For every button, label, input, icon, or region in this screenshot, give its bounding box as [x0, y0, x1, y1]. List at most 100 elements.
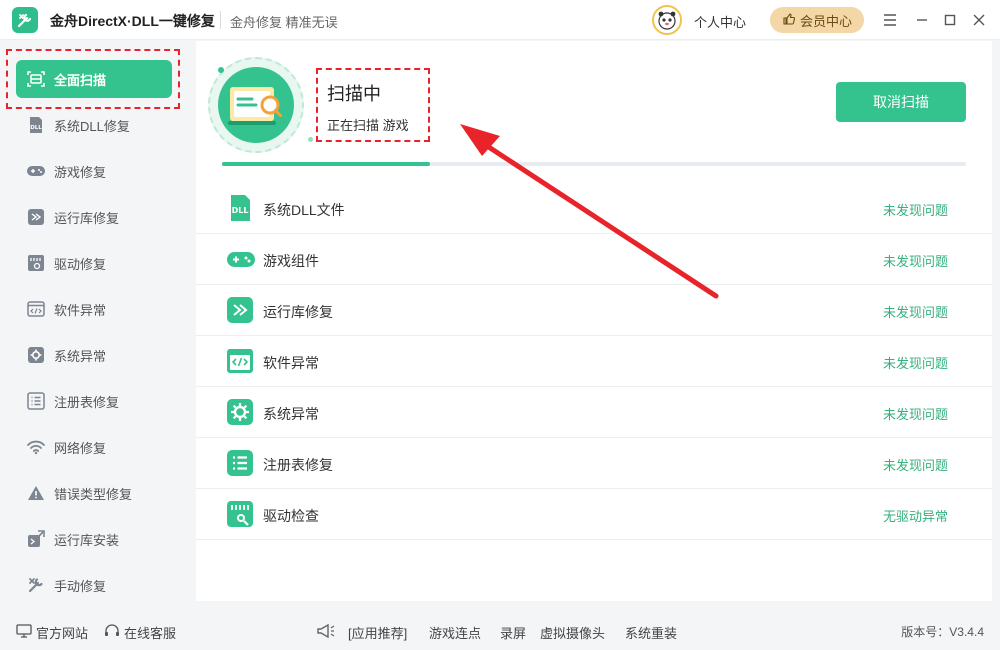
check-label: 系统DLL文件 [263, 202, 345, 218]
scan-progress-fill [222, 162, 431, 166]
wrench-icon [26, 575, 46, 595]
sidebar-item-label: 手动修复 [54, 578, 107, 594]
online-service-label: 在线客服 [124, 626, 177, 641]
check-label: 运行库修复 [263, 304, 333, 320]
app-slogan: 金舟修复 精准无误 [230, 15, 338, 30]
sidebar-item-runtime-install[interactable]: 运行库安装 [16, 520, 172, 558]
driver-icon [26, 253, 46, 273]
svg-text:DLL: DLL [232, 206, 249, 215]
title-bar: 金舟DirectX·DLL一键修复 金舟修复 精准无误 个人中心 会员中心 [0, 0, 1000, 40]
sidebar-item-dll-repair[interactable]: DLL 系统DLL修复 [16, 106, 172, 144]
check-label: 游戏组件 [263, 253, 319, 269]
sidebar-item-label: 软件异常 [54, 302, 107, 318]
sidebar-item-label: 错误类型修复 [54, 486, 133, 502]
code-window-icon [26, 299, 46, 319]
gear-icon [226, 398, 254, 426]
footer-link-auto-clicker[interactable]: 游戏连点 [429, 623, 481, 642]
vip-center-label: 会员中心 [799, 13, 852, 29]
vip-center-button[interactable]: 会员中心 [770, 7, 864, 33]
maximize-icon[interactable] [940, 10, 960, 30]
sidebar-item-label: 网络修复 [54, 440, 107, 456]
driver-icon [226, 500, 254, 528]
app-recommend-label: [应用推荐] [348, 626, 408, 641]
sidebar-item-software-exception[interactable]: 软件异常 [16, 290, 172, 328]
close-icon[interactable] [969, 10, 989, 30]
runtime-icon [26, 207, 46, 227]
online-service-link[interactable]: 在线客服 [104, 623, 176, 642]
avatar[interactable] [652, 5, 682, 35]
decorative-dot [308, 137, 313, 142]
footer: 官方网站 在线客服 [应用推荐] 游戏连点 录屏 虚拟摄像头 系统重装 版本号：… [0, 612, 1000, 650]
personal-center-link[interactable]: 个人中心 [694, 12, 746, 31]
footer-link-screen-record[interactable]: 录屏 [500, 623, 526, 642]
check-row-runtime: 运行库修复 未发现问题 [196, 285, 992, 336]
check-row-system: 系统异常 未发现问题 [196, 387, 992, 438]
sidebar-item-network-repair[interactable]: 网络修复 [16, 428, 172, 466]
highlight-box-full-scan [6, 49, 180, 109]
check-row-dll: DLL 系统DLL文件 未发现问题 [196, 183, 992, 234]
sidebar-item-runtime-repair[interactable]: 运行库修复 [16, 198, 172, 236]
check-status: 未发现问题 [882, 458, 948, 473]
runtime-icon [226, 296, 254, 324]
scan-progress-bar [222, 162, 966, 166]
monitor-icon [16, 624, 32, 641]
svg-text:DLL: DLL [30, 125, 42, 131]
gear-icon [26, 345, 46, 365]
app-logo-icon [12, 7, 38, 33]
sidebar-item-manual-repair[interactable]: 手动修复 [16, 566, 172, 604]
sidebar-item-label: 注册表修复 [54, 394, 120, 410]
check-status: 无驱动异常 [882, 509, 948, 524]
warning-icon [26, 483, 46, 503]
list-icon [26, 391, 46, 411]
check-status: 未发现问题 [882, 356, 948, 371]
check-row-registry: 注册表修复 未发现问题 [196, 438, 992, 489]
thumbs-up-icon [782, 12, 796, 29]
dll-icon: DLL [226, 194, 254, 222]
decorative-dot [218, 67, 224, 73]
sidebar-item-label: 运行库安装 [54, 532, 120, 548]
gamepad-icon [226, 245, 255, 273]
check-row-software: 软件异常 未发现问题 [196, 336, 992, 387]
menu-icon[interactable] [880, 10, 900, 30]
minimize-icon[interactable] [912, 10, 932, 30]
code-window-icon [226, 347, 254, 375]
check-row-driver: 驱动检查 无驱动异常 [196, 489, 992, 540]
sidebar: 全面扫描 DLL 系统DLL修复 游戏修复 运行库修复 驱动修复 软件异常 系统… [0, 41, 188, 610]
check-label: 软件异常 [263, 355, 319, 371]
sidebar-item-registry-repair[interactable]: 注册表修复 [16, 382, 172, 420]
check-status: 未发现问题 [882, 305, 948, 320]
cancel-scan-button[interactable]: 取消扫描 [836, 82, 966, 122]
wifi-icon [26, 437, 46, 457]
sidebar-item-game-repair[interactable]: 游戏修复 [16, 152, 172, 190]
check-row-game: 游戏组件 未发现问题 [196, 234, 992, 285]
megaphone-icon [316, 623, 336, 642]
headset-icon [104, 624, 120, 641]
scan-status-text: 正在扫描 游戏 [327, 118, 409, 133]
sidebar-item-label: 系统异常 [54, 348, 107, 364]
footer-link-virtual-camera[interactable]: 虚拟摄像头 [540, 623, 605, 642]
app-title: 金舟DirectX·DLL一键修复 [50, 13, 215, 29]
install-icon [26, 529, 46, 549]
footer-link-system-reinstall[interactable]: 系统重装 [625, 623, 677, 642]
sidebar-item-system-exception[interactable]: 系统异常 [16, 336, 172, 374]
sidebar-item-error-type-repair[interactable]: 错误类型修复 [16, 474, 172, 512]
sidebar-item-label: 驱动修复 [54, 256, 107, 272]
list-icon [226, 449, 254, 477]
main-panel: 扫描中 正在扫描 游戏 取消扫描 DLL 系统DLL文件 未发现问题 游戏组件 … [196, 41, 992, 601]
check-status: 未发现问题 [882, 407, 948, 422]
sidebar-item-driver-repair[interactable]: 驱动修复 [16, 244, 172, 282]
official-site-link[interactable]: 官方网站 [16, 623, 88, 642]
check-status: 未发现问题 [882, 254, 948, 269]
check-label: 驱动检查 [263, 508, 319, 524]
check-status: 未发现问题 [882, 203, 948, 218]
dll-icon: DLL [26, 115, 46, 135]
sidebar-item-label: 系统DLL修复 [54, 118, 130, 134]
gamepad-icon [26, 161, 46, 181]
sidebar-item-label: 游戏修复 [54, 164, 107, 180]
sidebar-item-label: 运行库修复 [54, 210, 120, 226]
official-site-label: 官方网站 [36, 626, 89, 641]
check-label: 系统异常 [263, 406, 319, 422]
scan-title: 扫描中 [327, 84, 381, 104]
version-label: 版本号：V3.4.4 [901, 625, 984, 639]
check-label: 注册表修复 [263, 457, 333, 473]
